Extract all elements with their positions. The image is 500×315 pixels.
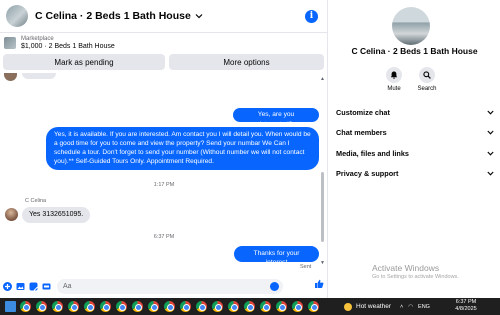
outgoing-message[interactable]: Thanks for your interest bbox=[234, 246, 319, 266]
chrome-taskbar-icon[interactable] bbox=[179, 300, 192, 313]
menu-customize-chat[interactable]: Customize chat bbox=[336, 104, 494, 120]
chrome-taskbar-icon[interactable] bbox=[227, 300, 240, 313]
windows-start-icon[interactable] bbox=[5, 301, 16, 312]
chrome-taskbar-icon[interactable] bbox=[147, 300, 160, 313]
listing-thumbnail bbox=[4, 37, 16, 49]
taskbar-clock[interactable]: 6:37 PM 4/8/2025 bbox=[449, 299, 483, 313]
chrome-taskbar-icon[interactable] bbox=[195, 300, 208, 313]
search-icon bbox=[423, 71, 431, 79]
activate-windows-title: Activate Windows bbox=[372, 263, 440, 273]
chrome-taskbar-icon[interactable] bbox=[291, 300, 304, 313]
language-indicator[interactable]: ENG bbox=[418, 304, 430, 310]
clock-time: 6:37 PM bbox=[455, 299, 477, 305]
system-tray[interactable]: ˄ ◠ ENG bbox=[400, 298, 435, 315]
search-label: Search bbox=[417, 86, 437, 92]
chrome-taskbar-icon[interactable] bbox=[259, 300, 272, 313]
chrome-taskbar-icon[interactable] bbox=[211, 300, 224, 313]
activate-windows-subtitle: Go to Settings to activate Windows. bbox=[372, 274, 459, 280]
outgoing-message[interactable]: Yes, it is available. If you are interes… bbox=[46, 127, 319, 170]
mute-button[interactable] bbox=[386, 67, 402, 83]
plus-icon[interactable] bbox=[3, 281, 12, 291]
avatar[interactable] bbox=[5, 208, 18, 221]
network-icon[interactable]: ◠ bbox=[408, 304, 413, 310]
menu-label: Privacy & support bbox=[336, 168, 399, 178]
listing-source: Marketplace bbox=[21, 35, 54, 42]
message-input[interactable]: Aa bbox=[57, 278, 283, 294]
chrome-taskbar-icon[interactable] bbox=[275, 300, 288, 313]
chevron-down-icon bbox=[487, 171, 494, 176]
chrome-taskbar-icon[interactable] bbox=[115, 300, 128, 313]
info-panel-title: C Celina · 2 Beds 1 Bath House bbox=[351, 46, 478, 56]
sun-icon bbox=[344, 302, 352, 311]
conversation-info-panel: C Celina · 2 Beds 1 Bath House Mute Sear… bbox=[329, 0, 500, 298]
chrome-taskbar-icon[interactable] bbox=[51, 300, 64, 313]
message-bubble-partial bbox=[22, 73, 56, 79]
sticker-icon[interactable] bbox=[29, 282, 38, 291]
chrome-taskbar-icon[interactable] bbox=[67, 300, 80, 313]
menu-label: Chat members bbox=[336, 127, 387, 137]
listing-title: $1,000 · 2 Beds 1 Bath House bbox=[21, 42, 115, 50]
more-options-button[interactable]: More options bbox=[169, 54, 324, 70]
weather-label: Hot weather bbox=[356, 303, 392, 310]
chrome-taskbar-icon[interactable] bbox=[35, 300, 48, 313]
chat-title[interactable]: C Celina · 2 Beds 1 Bath House bbox=[35, 10, 191, 22]
chat-scrollbar[interactable]: ▲ ▼ bbox=[320, 76, 325, 266]
message-timestamp: 1:17 PM bbox=[153, 182, 175, 188]
message-timestamp: 6:37 PM bbox=[153, 234, 175, 240]
emoji-icon[interactable] bbox=[270, 281, 279, 291]
mark-as-pending-button[interactable]: Mark as pending bbox=[3, 54, 165, 70]
outgoing-message[interactable]: Yes, are you interested? bbox=[233, 108, 319, 128]
clock-date: 4/8/2025 bbox=[455, 306, 477, 312]
menu-chat-members[interactable]: Chat members bbox=[336, 124, 494, 140]
chrome-taskbar-icon[interactable] bbox=[243, 300, 256, 313]
chevron-down-icon bbox=[487, 151, 494, 156]
menu-privacy-support[interactable]: Privacy & support bbox=[336, 165, 494, 181]
chrome-taskbar-icon[interactable] bbox=[163, 300, 176, 313]
contact-avatar-large[interactable] bbox=[392, 7, 430, 45]
message-input-placeholder: Aa bbox=[63, 282, 72, 290]
incoming-message[interactable]: Yes 3132651095. bbox=[22, 207, 91, 223]
chrome-taskbar-icon[interactable] bbox=[83, 300, 96, 313]
chat-header[interactable]: C Celina · 2 Beds 1 Bath House i bbox=[0, 0, 328, 33]
sent-status: Sent bbox=[300, 264, 312, 270]
chevron-down-icon bbox=[487, 130, 494, 135]
menu-media-files-links[interactable]: Media, files and links bbox=[336, 145, 494, 161]
info-icon[interactable]: i bbox=[305, 10, 318, 23]
chrome-taskbar-icon[interactable] bbox=[131, 300, 144, 313]
messenger-window: C Celina · 2 Beds 1 Bath House i Marketp… bbox=[0, 0, 500, 315]
weather-widget[interactable]: Hot weather bbox=[344, 298, 391, 315]
search-button[interactable] bbox=[419, 67, 435, 83]
gallery-icon[interactable] bbox=[16, 282, 25, 291]
contact-avatar[interactable] bbox=[6, 5, 28, 27]
scroll-up-arrow-icon[interactable]: ▲ bbox=[320, 76, 325, 82]
gif-icon[interactable] bbox=[42, 282, 51, 291]
marketplace-listing[interactable]: Marketplace $1,000 · 2 Beds 1 Bath House bbox=[0, 33, 328, 53]
scroll-thumb[interactable] bbox=[321, 172, 324, 242]
menu-label: Customize chat bbox=[336, 107, 390, 117]
message-composer: Aa bbox=[0, 275, 328, 297]
chevron-down-icon bbox=[487, 110, 494, 115]
chrome-taskbar-icon[interactable] bbox=[19, 300, 32, 313]
chevron-up-icon[interactable]: ˄ bbox=[400, 304, 403, 310]
mute-label: Mute bbox=[387, 86, 401, 92]
mute-bell-icon bbox=[390, 71, 398, 79]
sender-name: C Celina bbox=[25, 198, 47, 204]
chevron-down-icon[interactable] bbox=[195, 12, 203, 20]
scroll-down-arrow-icon[interactable]: ▼ bbox=[320, 260, 325, 266]
chrome-taskbar-icon[interactable] bbox=[307, 300, 320, 313]
menu-label: Media, files and links bbox=[336, 148, 409, 158]
thumbs-up-icon[interactable] bbox=[314, 279, 324, 289]
chrome-taskbar-icon[interactable] bbox=[99, 300, 112, 313]
